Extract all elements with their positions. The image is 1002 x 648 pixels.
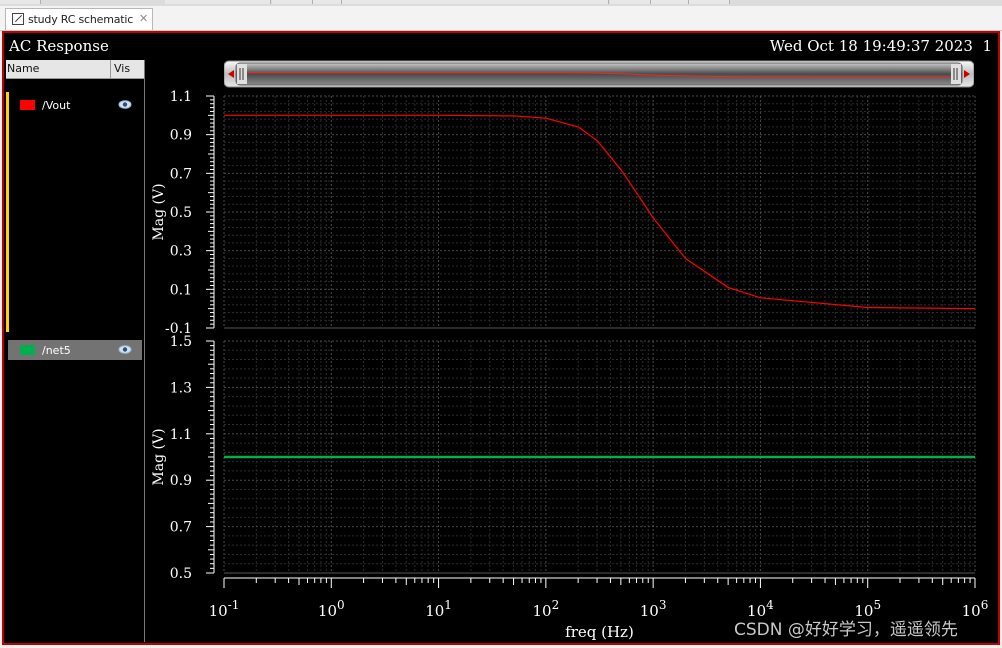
datetime-label: Wed Oct 18 19:49:37 2023 1 [770, 37, 992, 55]
color-swatch [20, 100, 35, 110]
signal-item-vout[interactable]: /Vout [8, 95, 142, 115]
y-tick-label: 0.3 [170, 244, 192, 260]
window-title: AC Response [9, 37, 109, 55]
x-tick-label: 10-1 [209, 598, 240, 620]
column-header-name[interactable]: Name [7, 62, 39, 75]
strip-selection-bar [6, 92, 9, 332]
right-thumb-handle[interactable] [951, 64, 961, 84]
y-axis-label: Mag (V) [151, 428, 167, 485]
watermark: CSDN @好好学习，遥遥领先 [734, 620, 958, 640]
y-tick-label: 1.1 [170, 89, 192, 105]
eye-icon[interactable] [118, 99, 132, 112]
y-tick-label: 0.9 [170, 473, 192, 489]
close-icon[interactable]: ✕ [139, 12, 148, 25]
y-tick-label: 0.5 [170, 566, 192, 582]
strip-vout: 1.10.90.70.50.30.1-0.1Mag (V) [151, 89, 976, 337]
y-tick-label: 1.3 [170, 380, 192, 396]
left-thumb-handle[interactable] [237, 64, 247, 84]
y-tick-label: 0.7 [170, 520, 192, 536]
column-header-vis[interactable]: Vis [110, 60, 130, 78]
y-tick-label: 0.9 [170, 128, 192, 144]
y-tick-label: 1.1 [170, 427, 192, 443]
x-range-scrollbar[interactable] [223, 60, 975, 88]
x-tick-label: 100 [318, 598, 345, 620]
signal-name: /net5 [42, 344, 71, 357]
grid [223, 95, 976, 329]
tab-label: study RC schematic [28, 13, 134, 26]
plot-area: 1.1 0.9 0.7 0.5 0.3 0.1 -0.1 Mag (V) 1.5 1.3 1.1 0… [144, 88, 1002, 648]
tab-study-rc-schematic[interactable]: study RC schematic ✕ [5, 8, 153, 30]
color-swatch [20, 345, 35, 355]
y-axis-label: Mag (V) [151, 183, 167, 240]
y-tick-label: 0.7 [170, 166, 192, 182]
x-tick-label: 103 [640, 598, 667, 620]
ac-response-chart[interactable]: 1.10.90.70.50.30.1-0.1Mag (V) 1.51.31.10… [144, 88, 1002, 644]
y-tick-label: 0.5 [170, 205, 192, 221]
eye-icon[interactable] [118, 344, 132, 357]
signal-name: /Vout [42, 99, 71, 112]
x-axis-label: freq (Hz) [565, 623, 634, 641]
datetime-text: Wed Oct 18 19:49:37 2023 [769, 37, 973, 55]
x-tick-label: 106 [962, 598, 989, 620]
signal-item-net5[interactable]: /net5 [8, 340, 142, 360]
strip-net5: 1.5 1.3 1.1 0.9 0.7 0.5 Mag (V) [151, 334, 976, 582]
signal-list-header: Name Vis [6, 60, 144, 79]
x-tick-label: 101 [425, 598, 452, 620]
y-tick-label: 0.1 [170, 282, 192, 298]
tab-bar: study RC schematic ✕ [0, 6, 1002, 31]
y-tick-label: 1.5 [170, 334, 192, 350]
x-tick-label: 102 [532, 598, 559, 620]
signal-list-panel: Name Vis /Vout /net5 [6, 60, 145, 642]
subwindow-number: 1 [982, 37, 992, 55]
schematic-icon [12, 13, 24, 25]
